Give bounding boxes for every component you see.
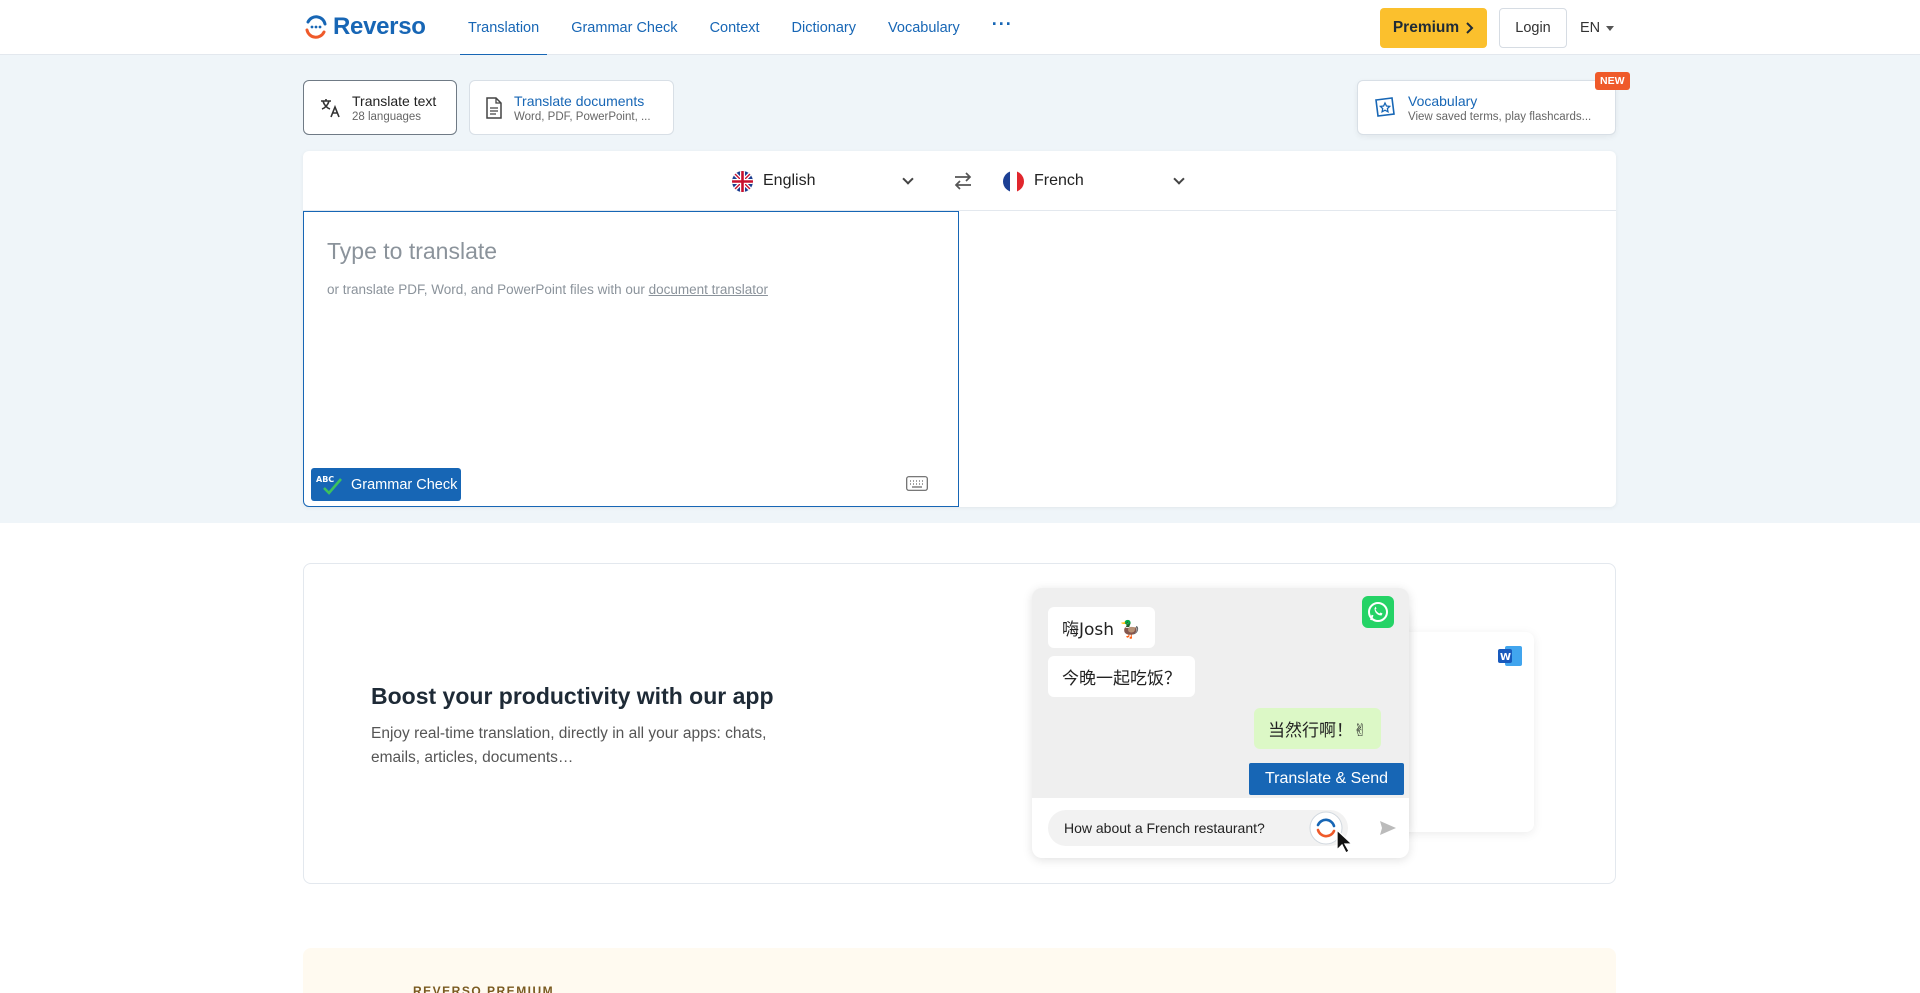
message-input[interactable]: How about a French restaurant? bbox=[1048, 810, 1348, 846]
svg-text:W: W bbox=[1500, 652, 1511, 663]
logo-text: Reverso bbox=[333, 13, 426, 40]
source-placeholder: Type to translate bbox=[327, 238, 498, 264]
nav-grammar-check[interactable]: Grammar Check bbox=[563, 0, 685, 55]
chevron-down-icon bbox=[902, 173, 914, 185]
nav-translation[interactable]: Translation bbox=[460, 0, 548, 56]
abc-check-icon: ABC bbox=[316, 475, 342, 495]
word-icon: W bbox=[1498, 646, 1522, 666]
top-header: Reverso Translation Grammar Check Contex… bbox=[0, 0, 1920, 56]
source-text-area[interactable]: Type to translate or translate PDF, Word… bbox=[303, 211, 959, 507]
vocabulary-card-title: Vocabulary bbox=[1408, 92, 1478, 109]
target-text-area bbox=[959, 211, 1616, 507]
grammar-check-button[interactable]: ABC Grammar Check bbox=[311, 468, 461, 501]
whatsapp-icon bbox=[1362, 596, 1394, 628]
document-hint: or translate PDF, Word, and PowerPoint f… bbox=[327, 282, 768, 297]
vocabulary-card-subtitle: View saved terms, play flashcards... bbox=[1408, 110, 1592, 123]
reverso-logo[interactable]: Reverso bbox=[303, 13, 426, 41]
translate-and-send-button[interactable]: Translate & Send bbox=[1249, 763, 1404, 795]
more-menu-icon[interactable]: ··· bbox=[984, 0, 1021, 52]
france-flag-icon bbox=[1003, 170, 1024, 192]
tab-translate-documents-subtitle: Word, PDF, PowerPoint, ... bbox=[514, 110, 651, 123]
chat-app-mockup: 嗨Josh 🦆 今晚一起吃饭？ 当然行啊！✌ How about a Frenc… bbox=[1032, 588, 1409, 858]
premium-button[interactable]: Premium bbox=[1380, 8, 1487, 48]
translator-panel: English French Type to translate or tran… bbox=[303, 151, 1616, 507]
keyboard-icon[interactable] bbox=[906, 476, 928, 491]
promo-title: Boost your productivity with our app bbox=[371, 683, 774, 709]
premium-label: Premium bbox=[1392, 19, 1460, 36]
ui-language-value: EN bbox=[1580, 20, 1601, 36]
tab-translate-documents-title: Translate documents bbox=[514, 92, 645, 109]
cursor-pointer-icon bbox=[1336, 828, 1354, 854]
document-translator-link[interactable]: document translator bbox=[649, 282, 768, 297]
chevron-down-icon bbox=[1173, 173, 1185, 185]
svg-text:ABC: ABC bbox=[316, 475, 334, 484]
new-badge: NEW bbox=[1595, 72, 1630, 90]
source-language-value: English bbox=[763, 172, 816, 189]
nav-dictionary[interactable]: Dictionary bbox=[784, 0, 864, 55]
swap-languages-icon[interactable] bbox=[951, 169, 975, 193]
flashcard-star-icon bbox=[1375, 96, 1395, 117]
main-nav: Translation Grammar Check Context Dictio… bbox=[460, 0, 1037, 56]
nav-vocabulary[interactable]: Vocabulary bbox=[880, 0, 968, 55]
target-language-select[interactable]: French bbox=[1003, 151, 1185, 211]
send-icon[interactable] bbox=[1379, 820, 1397, 836]
ui-language-select[interactable]: EN bbox=[1580, 8, 1615, 48]
tab-translate-documents[interactable]: Translate documents Word, PDF, PowerPoin… bbox=[469, 80, 674, 135]
chat-bubble-own: 当然行啊！✌ bbox=[1254, 708, 1382, 749]
document-hint-text: or translate PDF, Word, and PowerPoint f… bbox=[327, 282, 649, 297]
chevron-right-icon bbox=[1466, 22, 1474, 34]
chat-compose-bar: How about a French restaurant? bbox=[1032, 798, 1409, 858]
grammar-check-label: Grammar Check bbox=[351, 476, 458, 493]
premium-section: REVERSO PREMIUM bbox=[303, 948, 1616, 993]
uk-flag-icon bbox=[732, 170, 753, 192]
tab-translate-text[interactable]: Translate text 28 languages bbox=[303, 80, 457, 135]
tab-translate-text-title: Translate text bbox=[352, 92, 437, 109]
caret-down-icon bbox=[1606, 25, 1615, 31]
chat-bubble: 嗨Josh 🦆 bbox=[1048, 607, 1155, 648]
source-language-select[interactable]: English bbox=[732, 151, 914, 211]
reverso-logo-icon bbox=[305, 15, 327, 39]
app-promo-card: Boost your productivity with our app Enj… bbox=[303, 563, 1616, 884]
login-button[interactable]: Login bbox=[1499, 8, 1567, 48]
promo-subtitle: Enjoy real-time translation, directly in… bbox=[371, 725, 767, 766]
chat-bubble: 今晚一起吃饭？ bbox=[1048, 656, 1195, 697]
vocabulary-card[interactable]: Vocabulary View saved terms, play flashc… bbox=[1357, 80, 1616, 135]
target-language-value: French bbox=[1034, 172, 1084, 189]
language-bar: English French bbox=[303, 151, 1616, 211]
tab-translate-text-subtitle: 28 languages bbox=[352, 110, 422, 123]
document-icon bbox=[486, 96, 502, 119]
translate-icon bbox=[321, 98, 340, 117]
premium-section-label: REVERSO PREMIUM bbox=[413, 984, 555, 993]
nav-context[interactable]: Context bbox=[702, 0, 768, 55]
